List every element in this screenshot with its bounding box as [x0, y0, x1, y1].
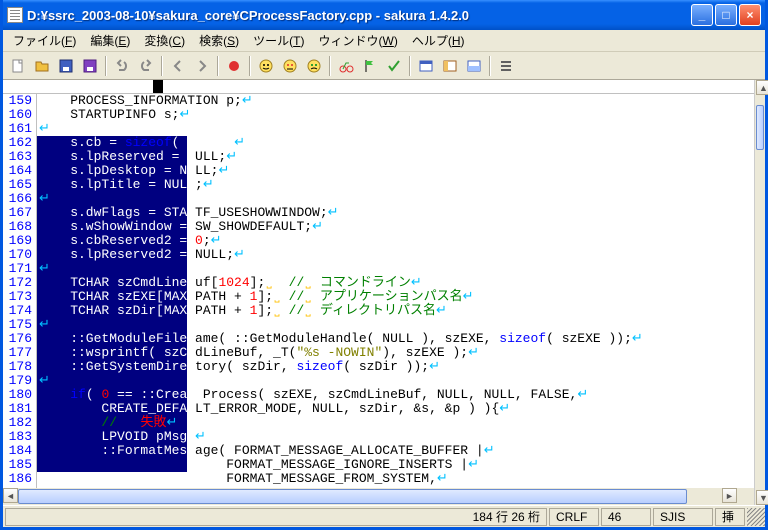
menu-file[interactable]: ファイル(F)	[7, 30, 82, 51]
forward-icon[interactable]	[191, 55, 213, 77]
code-line[interactable]: // 失敗↵	[37, 416, 754, 430]
code-line[interactable]: s.cbReserved2 = 0;↵	[37, 234, 754, 248]
line-number-gutter: 1591601611621631641651661671681691701711…	[3, 94, 37, 488]
code-line[interactable]: if( 0 == ::CreateProcess( szEXE, szCmdLi…	[37, 388, 754, 402]
minimize-button[interactable]: _	[691, 4, 713, 26]
code-line[interactable]: s.lpDesktop = NULL;↵	[37, 164, 754, 178]
window-title: D:¥ssrc_2003-08-10¥sakura_core¥CProcessF…	[27, 8, 691, 23]
app-icon	[7, 7, 23, 23]
check-icon[interactable]	[383, 55, 405, 77]
code-line[interactable]: TCHAR szEXE[MAX_PATH + 1];˽ //˽ アプリケーション…	[37, 290, 754, 304]
code-line[interactable]: ::GetSystemDirectory( szDir, sizeof( szD…	[37, 360, 754, 374]
menu-edit[interactable]: 編集(E)	[84, 30, 136, 51]
code-line[interactable]: ::wsprintf( szCmdLineBuf, _T("%s -NOWIN"…	[37, 346, 754, 360]
code-line[interactable]: STARTUPINFO s;↵	[37, 108, 754, 122]
ruler-caret-marker	[153, 80, 163, 94]
face3-icon[interactable]	[303, 55, 325, 77]
menu-help[interactable]: ヘルプ(H)	[406, 30, 471, 51]
toolbar	[3, 52, 765, 80]
code-line[interactable]: TCHAR szCmdLineBuf[1024];˽ //˽ コマンドライン↵	[37, 276, 754, 290]
resize-grip-icon[interactable]	[747, 508, 765, 526]
face2-icon[interactable]	[279, 55, 301, 77]
code-line[interactable]: ::GetModuleFileName( ::GetModuleHandle( …	[37, 332, 754, 346]
menubar: ファイル(F) 編集(E) 変換(C) 検索(S) ツール(T) ウィンドウ(W…	[3, 30, 765, 52]
scroll-down-icon[interactable]: ▼	[756, 490, 768, 505]
redo-icon[interactable]	[135, 55, 157, 77]
open-file-icon[interactable]	[31, 55, 53, 77]
code-line[interactable]: ↵	[37, 122, 754, 136]
undo-icon[interactable]	[111, 55, 133, 77]
list-icon[interactable]	[495, 55, 517, 77]
scrollbar-vertical[interactable]: ▲ ▼	[754, 80, 765, 505]
code-line[interactable]: TCHAR szDir[MAX_PATH + 1];˽ //˽ ディレクトリパス…	[37, 304, 754, 318]
code-line[interactable]: s.lpReserved = NULL;↵	[37, 150, 754, 164]
scroll-up-icon[interactable]: ▲	[756, 80, 768, 95]
code-line[interactable]: s.wShowWindow = SW_SHOWDEFAULT;↵	[37, 220, 754, 234]
new-file-icon[interactable]	[7, 55, 29, 77]
scrollbar-h-thumb[interactable]	[18, 489, 687, 504]
record-icon[interactable]	[223, 55, 245, 77]
face1-icon[interactable]	[255, 55, 277, 77]
save-icon[interactable]	[55, 55, 77, 77]
save-all-icon[interactable]	[79, 55, 101, 77]
code-line[interactable]: FORMAT_MESSAGE_IGNORE_INSERTS |↵	[37, 458, 754, 472]
flag-icon[interactable]	[359, 55, 381, 77]
code-line[interactable]: PROCESS_INFORMATION p;↵	[37, 94, 754, 108]
code-line[interactable]: ↵	[37, 318, 754, 332]
code-editor[interactable]: PROCESS_INFORMATION p;↵ STARTUPINFO s;↵↵…	[37, 94, 754, 488]
code-line[interactable]: LPVOID pMsg;↵	[37, 430, 754, 444]
status-lineending: CRLF	[549, 508, 599, 526]
panel2-icon[interactable]	[439, 55, 461, 77]
code-line[interactable]: CREATE_DEFAULT_ERROR_MODE, NULL, szDir, …	[37, 402, 754, 416]
scrollbar-v-thumb[interactable]	[756, 105, 764, 150]
code-line[interactable]: s.lpTitle = NULL;↵	[37, 178, 754, 192]
code-line[interactable]: ↵	[37, 262, 754, 276]
status-column: 46	[601, 508, 651, 526]
status-position: 184 行 26 桁	[5, 508, 547, 526]
titlebar[interactable]: D:¥ssrc_2003-08-10¥sakura_core¥CProcessF…	[3, 0, 765, 30]
ruler: |····|····1····|····2····|····3····|····…	[3, 80, 754, 94]
scroll-left-icon[interactable]: ◄	[3, 488, 18, 503]
close-button[interactable]: ×	[739, 4, 761, 26]
scrollbar-corner	[737, 488, 754, 505]
scrollbar-horizontal[interactable]: ◄ ►	[3, 488, 754, 505]
code-line[interactable]: s.cb = sizeof( s );↵	[37, 136, 754, 150]
status-insertmode: 挿	[715, 508, 745, 526]
panel1-icon[interactable]	[415, 55, 437, 77]
code-line[interactable]: ↵	[37, 192, 754, 206]
status-encoding: SJIS	[653, 508, 713, 526]
scroll-right-icon[interactable]: ►	[722, 488, 737, 503]
code-line[interactable]: s.lpReserved2 = NULL;↵	[37, 248, 754, 262]
menu-tools[interactable]: ツール(T)	[247, 30, 310, 51]
menu-convert[interactable]: 変換(C)	[138, 30, 191, 51]
bike-icon[interactable]	[335, 55, 357, 77]
maximize-button[interactable]: □	[715, 4, 737, 26]
panel3-icon[interactable]	[463, 55, 485, 77]
statusbar: 184 行 26 桁 CRLF 46 SJIS 挿	[3, 505, 765, 527]
menu-search[interactable]: 検索(S)	[193, 30, 245, 51]
code-line[interactable]: FORMAT_MESSAGE_FROM_SYSTEM,↵	[37, 472, 754, 486]
code-line[interactable]: ::FormatMessage( FORMAT_MESSAGE_ALLOCATE…	[37, 444, 754, 458]
code-line[interactable]: ↵	[37, 374, 754, 388]
back-icon[interactable]	[167, 55, 189, 77]
code-line[interactable]: s.dwFlags = STARTF_USESHOWWINDOW;↵	[37, 206, 754, 220]
menu-window[interactable]: ウィンドウ(W)	[312, 30, 403, 51]
